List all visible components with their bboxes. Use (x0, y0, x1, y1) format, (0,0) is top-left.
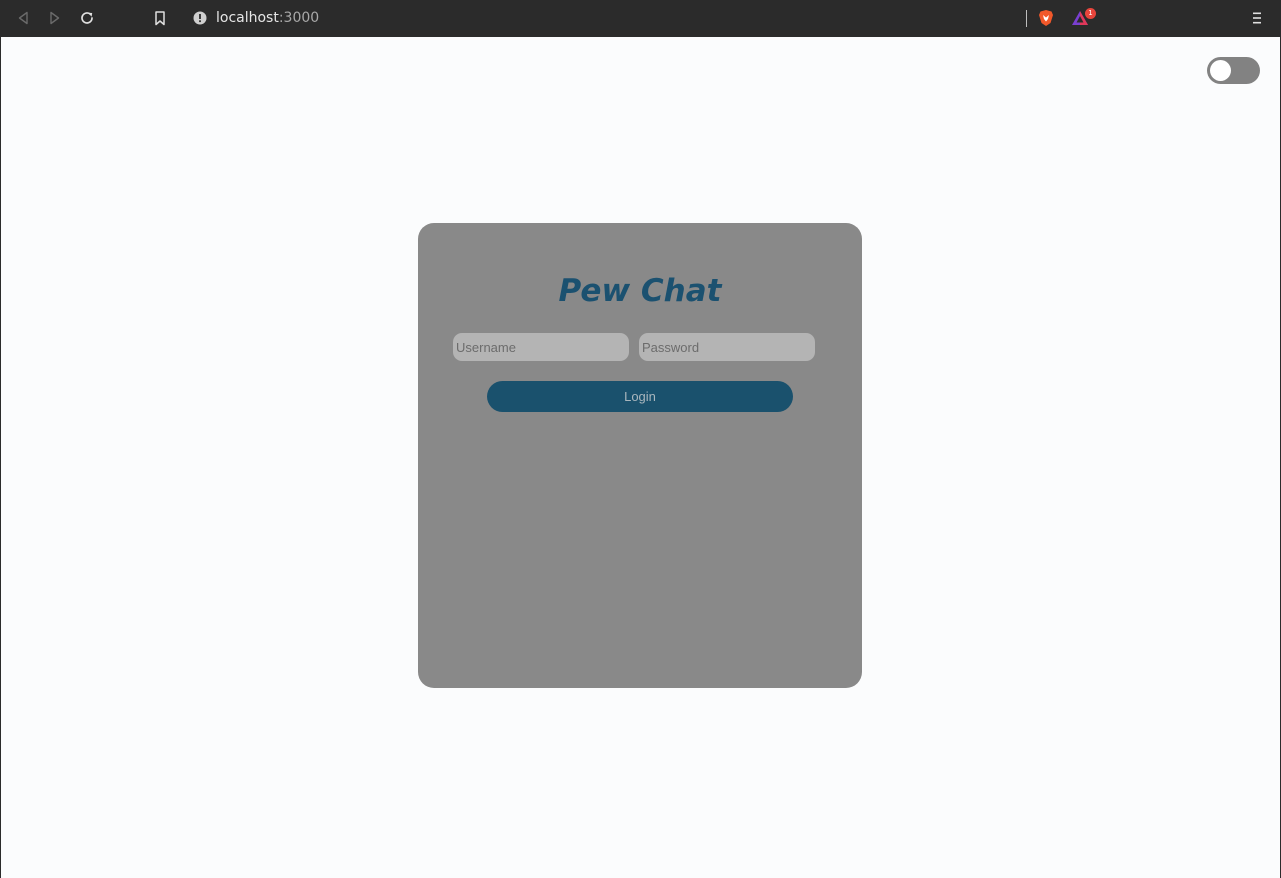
password-input[interactable] (639, 333, 815, 361)
username-input[interactable] (453, 333, 629, 361)
notification-badge: 1 (1085, 8, 1096, 19)
toggle-knob (1210, 60, 1231, 81)
reload-icon[interactable] (77, 8, 97, 28)
login-button[interactable]: Login (487, 381, 793, 412)
address-bar[interactable]: localhost:3000 (216, 10, 319, 27)
theme-toggle[interactable] (1207, 57, 1260, 84)
brave-shields-icon[interactable] (1036, 8, 1056, 28)
browser-toolbar: localhost:3000 1 (0, 0, 1281, 37)
url-port: :3000 (278, 10, 320, 26)
back-icon[interactable] (13, 8, 33, 28)
forward-icon[interactable] (45, 8, 65, 28)
login-card: Pew Chat Login (418, 223, 862, 688)
toolbar-divider (1026, 10, 1027, 27)
site-info-icon[interactable] (190, 8, 210, 28)
page-viewport: Pew Chat Login (1, 37, 1280, 878)
menu-icon[interactable] (1247, 8, 1267, 28)
bookmark-icon[interactable] (150, 8, 170, 28)
url-host: localhost (216, 10, 279, 26)
app-title: Pew Chat (558, 273, 722, 309)
